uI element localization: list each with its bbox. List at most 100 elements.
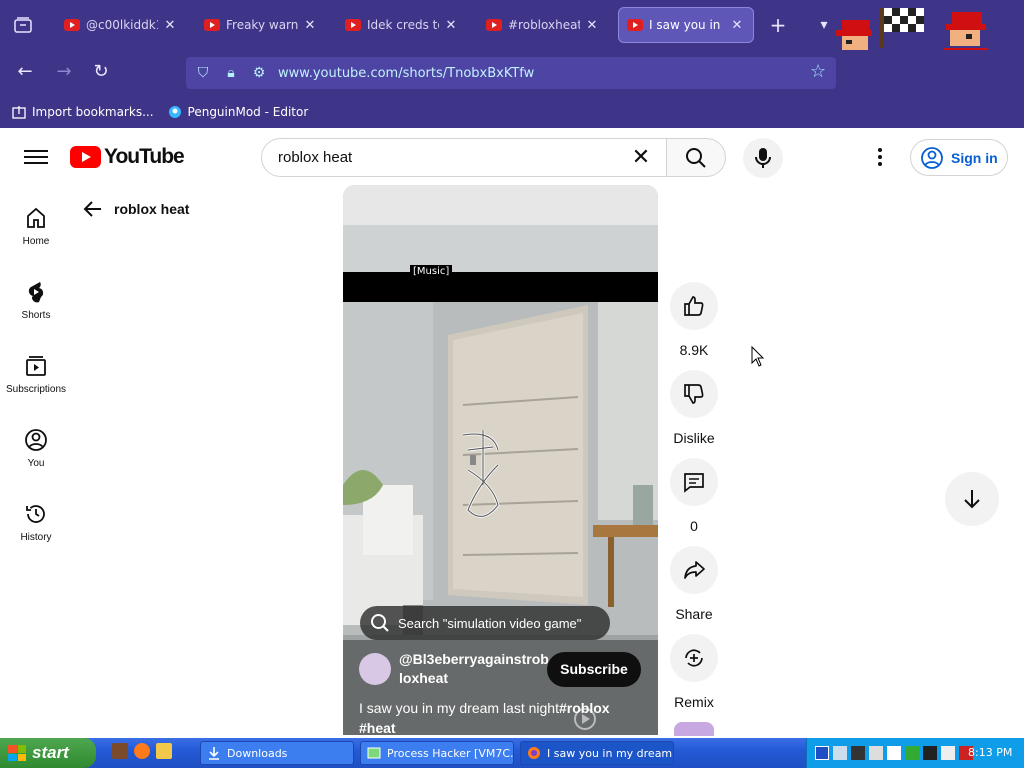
channel-avatar[interactable] <box>359 653 391 685</box>
bookmark-star-icon[interactable]: ☆ <box>810 61 826 82</box>
share-action[interactable]: Share <box>669 546 719 622</box>
browser-tab[interactable]: Idek creds to th ✕ <box>337 7 467 43</box>
arrow-down-icon <box>964 490 980 509</box>
taskbar-window-downloads[interactable]: Downloads <box>200 741 354 765</box>
forward-icon[interactable]: → <box>50 58 78 86</box>
guide-item-shorts[interactable]: Shorts <box>0 270 72 344</box>
tab-list-icon <box>14 17 32 33</box>
you-icon <box>25 429 47 451</box>
process-hacker-icon <box>367 747 381 759</box>
lock-icon[interactable]: 🔒︎ <box>220 62 242 84</box>
app-icon[interactable] <box>112 743 128 759</box>
browser-tab[interactable]: #robloxheat - Y ✕ <box>478 7 608 43</box>
tray-app-icon[interactable] <box>923 746 937 760</box>
tray-app-icon[interactable] <box>869 746 883 760</box>
guide-item-you[interactable]: You <box>0 418 72 492</box>
reload-icon[interactable]: ↻ <box>87 58 115 86</box>
like-action[interactable]: 8.9K <box>669 282 719 358</box>
bookmark-item[interactable]: PenguinMod - Editor <box>168 105 308 119</box>
browser-tab[interactable]: @c00lkiddk1ng ✕ <box>56 7 186 43</box>
guide-item-subscriptions[interactable]: Subscriptions <box>0 344 72 418</box>
subscribe-button[interactable]: Subscribe <box>547 652 641 687</box>
back-to-search[interactable]: roblox heat <box>82 198 189 220</box>
guide-label: Home <box>22 236 50 247</box>
settings-more-icon[interactable] <box>868 145 892 169</box>
tab-close-icon[interactable]: ✕ <box>584 18 600 33</box>
search-button[interactable] <box>666 138 726 177</box>
mouse-cursor-icon <box>751 346 765 367</box>
share-button[interactable] <box>670 546 718 594</box>
url-bar[interactable]: ⛉ 🔒︎ ⚙ www.youtube.com/shorts/TnobxBxKTf… <box>186 57 836 89</box>
tab-close-icon[interactable]: ✕ <box>443 18 459 33</box>
tray-app-icon[interactable] <box>887 746 901 760</box>
caption-band <box>343 272 658 302</box>
browser-tab[interactable]: Freaky warning ✕ <box>196 7 326 43</box>
taskbar-window-title: Downloads <box>227 746 288 760</box>
clock[interactable]: 8:13 PM <box>968 746 1012 759</box>
video-title-text: I saw you in my dream last night <box>359 700 559 716</box>
remix-button[interactable] <box>670 634 718 682</box>
shield-icon[interactable]: ⛉ <box>192 62 214 84</box>
start-label: start <box>32 743 69 762</box>
remix-action[interactable]: Remix <box>669 634 719 710</box>
search-input[interactable]: roblox heat ✕ <box>261 138 667 177</box>
youtube-favicon-icon <box>204 19 220 31</box>
channel-name[interactable]: @Bl3eberryagainstrobloxheat <box>399 650 549 688</box>
youtube-favicon-icon <box>486 19 502 31</box>
network-icon[interactable] <box>833 746 847 760</box>
url-text[interactable]: www.youtube.com/shorts/TnobxBxKTfw <box>278 66 534 81</box>
firefox-icon[interactable] <box>134 743 150 759</box>
security-icon[interactable] <box>815 746 829 760</box>
next-video-button[interactable] <box>945 472 999 526</box>
dislike-action[interactable]: Dislike <box>669 370 719 446</box>
tab-close-icon[interactable]: ✕ <box>729 18 745 33</box>
video-search-suggestion[interactable]: Search "simulation video game" <box>360 606 610 640</box>
video-studio-watermark <box>574 708 638 730</box>
sound-thumbnail[interactable] <box>674 722 714 736</box>
comments-button[interactable] <box>670 458 718 506</box>
subscriptions-icon <box>26 356 46 376</box>
account-icon <box>921 146 943 169</box>
like-button[interactable] <box>670 282 718 330</box>
like-count: 8.9K <box>679 342 709 358</box>
comments-action[interactable]: 0 <box>669 458 719 534</box>
browser-tab-active[interactable]: I saw you in my ✕ <box>618 7 754 43</box>
youtube-logo[interactable]: YouTube <box>70 145 185 169</box>
tab-close-icon[interactable]: ✕ <box>302 18 318 33</box>
tray-app-icon[interactable] <box>851 746 865 760</box>
back-icon[interactable]: ← <box>11 58 39 86</box>
clear-search-icon[interactable]: ✕ <box>628 145 654 170</box>
taskbar-window-process-hacker[interactable]: Process Hacker [VM7C... <box>360 741 514 765</box>
permissions-icon[interactable]: ⚙ <box>248 62 270 84</box>
tray-app-icon[interactable] <box>905 746 919 760</box>
channel-info[interactable]: @Bl3eberryagainstrobloxheat <box>359 650 549 688</box>
sign-in-button[interactable]: Sign in <box>910 139 1008 176</box>
tab-title: Freaky warning <box>226 18 298 32</box>
bookmark-label: Import bookmarks... <box>32 104 154 119</box>
history-icon <box>26 505 45 523</box>
sign-in-label: Sign in <box>951 149 998 166</box>
guide-item-history[interactable]: History <box>0 492 72 566</box>
taskbar-window-browser[interactable]: I saw you in my dream... <box>520 741 674 765</box>
comment-count: 0 <box>690 518 698 534</box>
download-icon <box>209 747 219 760</box>
voice-search-button[interactable] <box>743 138 783 178</box>
taskbar-window-title: Process Hacker [VM7C... <box>387 746 514 760</box>
folder-icon[interactable] <box>156 743 172 759</box>
back-label: roblox heat <box>114 201 190 217</box>
dislike-button[interactable] <box>670 370 718 418</box>
firefox-icon <box>528 747 540 759</box>
start-button[interactable]: start <box>0 738 96 768</box>
hashtag-link[interactable]: #heat <box>359 720 396 736</box>
bookmark-item[interactable]: Import bookmarks... <box>12 105 154 119</box>
tab-close-icon[interactable]: ✕ <box>162 18 178 33</box>
volume-icon[interactable] <box>941 746 955 760</box>
thumbs-down-icon <box>684 384 704 404</box>
search-query[interactable]: roblox heat <box>278 149 628 166</box>
menu-icon[interactable] <box>24 146 48 166</box>
youtube-logo-text: YouTube <box>104 145 185 168</box>
tab-list-button[interactable] <box>6 10 40 40</box>
guide-item-home[interactable]: Home <box>0 196 72 270</box>
youtube-favicon-icon <box>64 19 80 31</box>
new-tab-button[interactable]: + <box>766 13 790 37</box>
